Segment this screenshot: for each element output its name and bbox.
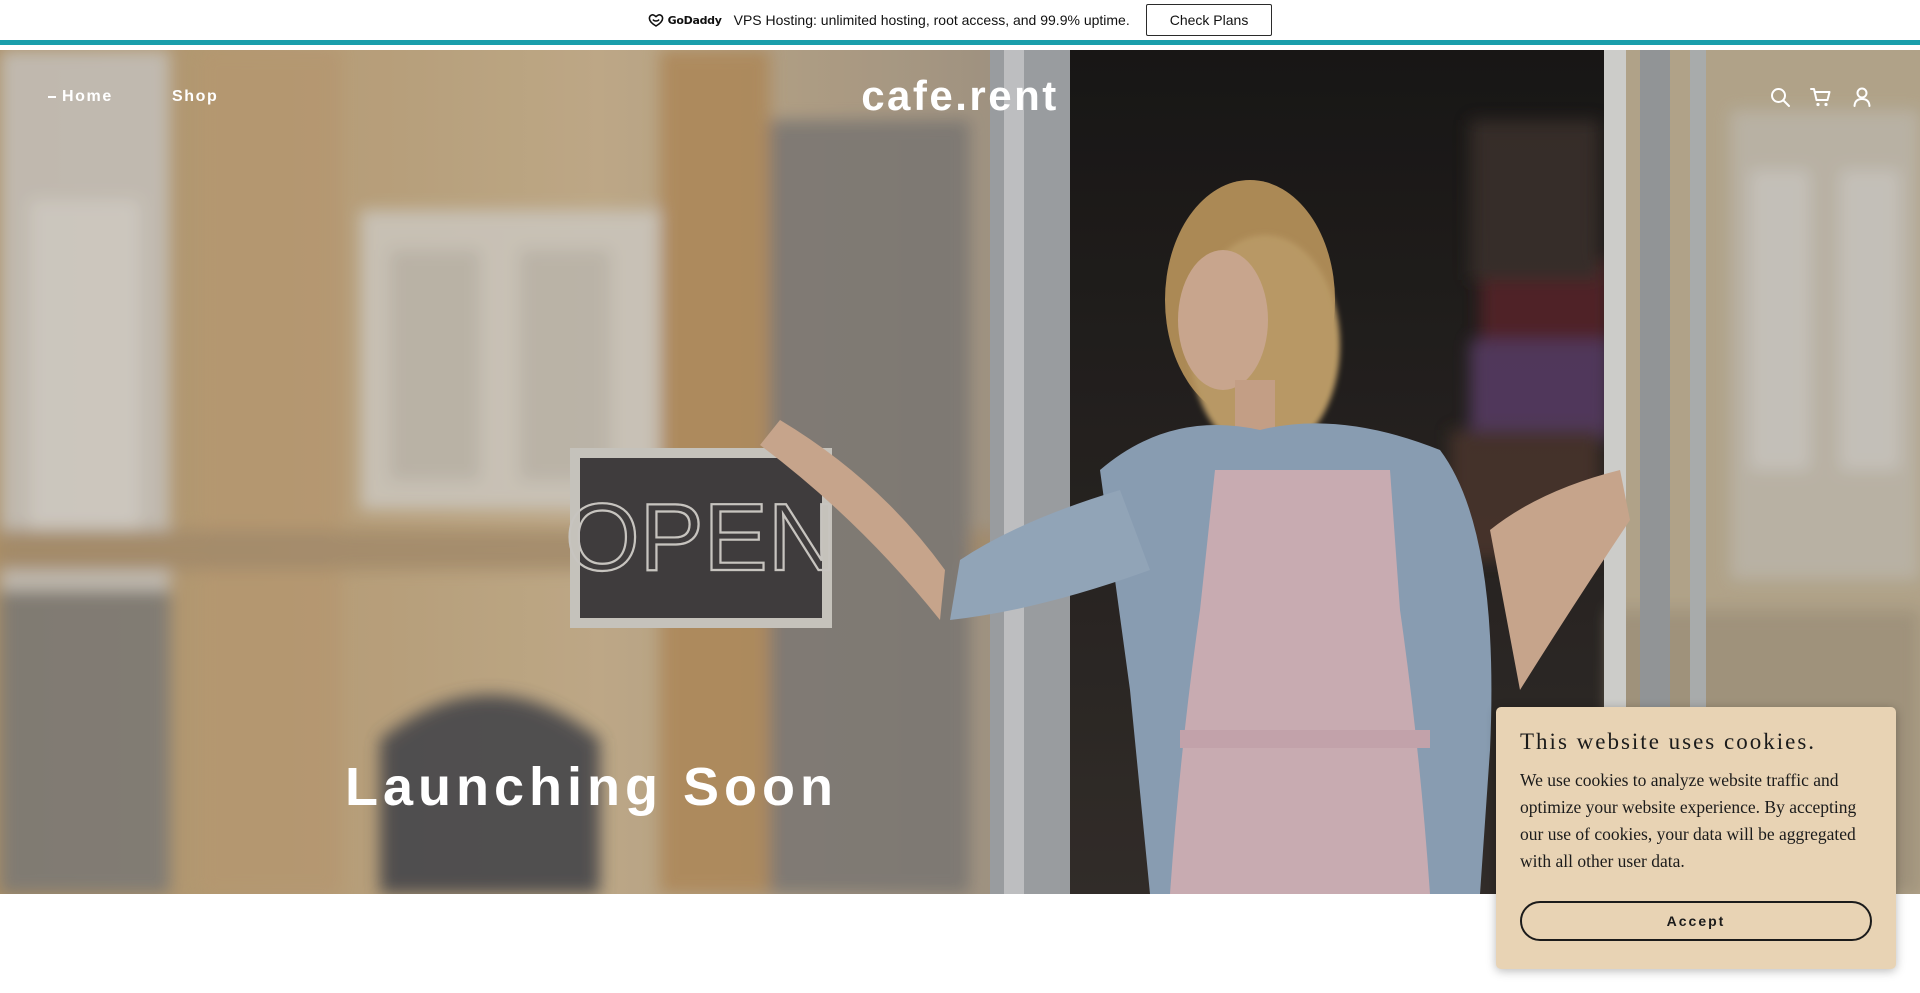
godaddy-logo-text: GoDaddy [667, 13, 722, 27]
cookie-title: This website uses cookies. [1520, 729, 1817, 754]
account-icon[interactable] [1850, 85, 1874, 109]
hero-title: Launching Soon [345, 757, 838, 817]
cookie-banner: This website uses cookies. We use cookie… [1496, 707, 1896, 969]
godaddy-logo-icon [648, 14, 664, 27]
promo-bar: GoDaddy VPS Hosting: unlimited hosting, … [0, 0, 1920, 45]
promo-message: VPS Hosting: unlimited hosting, root acc… [733, 12, 1130, 28]
site-header: Home Shop cafe.rent [0, 50, 1920, 150]
check-plans-button[interactable]: Check Plans [1145, 4, 1273, 36]
site-logo[interactable]: cafe.rent [0, 72, 1920, 120]
header-icons [1768, 85, 1874, 109]
accept-cookies-button[interactable]: Accept [1520, 901, 1872, 941]
cart-icon[interactable] [1809, 85, 1833, 109]
godaddy-logo[interactable]: GoDaddy [648, 13, 722, 27]
cookie-body: We use cookies to analyze website traffi… [1520, 770, 1857, 871]
search-icon[interactable] [1768, 85, 1792, 109]
